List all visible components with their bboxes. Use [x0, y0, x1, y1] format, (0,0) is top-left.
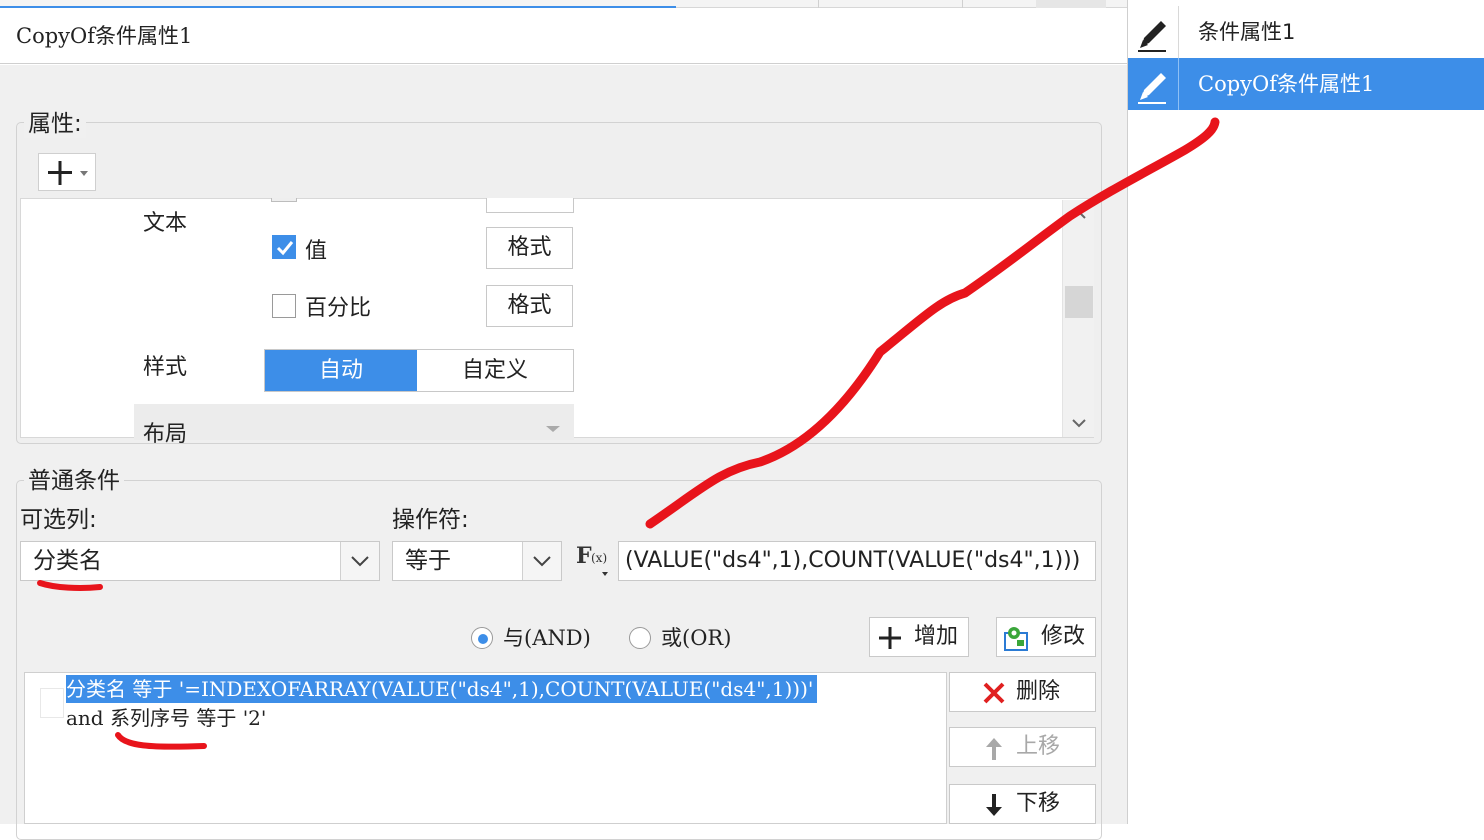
active-tab-indicator	[0, 6, 676, 8]
add-property-button[interactable]	[38, 153, 96, 191]
scrollbar-thumb[interactable]	[1065, 286, 1093, 318]
text-label: 文本	[143, 211, 188, 236]
style-label: 样式	[143, 355, 188, 380]
condition-value: '2'	[242, 706, 267, 730]
arrow-down-icon	[986, 794, 1002, 816]
column-select-value: 分类名	[33, 548, 102, 574]
style-segmented-control: 自动 自定义	[264, 349, 574, 392]
condition-line[interactable]: and 系列序号 等于 '2'	[66, 704, 266, 732]
modify-icon	[1004, 627, 1028, 651]
radio-dot	[478, 634, 488, 644]
toolbar-button[interactable]	[1036, 0, 1106, 8]
condition-list-panel: 条件属性1 CopyOf条件属性1	[1127, 0, 1484, 824]
layout-section[interactable]: 布局	[134, 404, 574, 447]
scroll-up-icon[interactable]	[1071, 210, 1087, 220]
condition-title: 普通条件	[24, 461, 124, 495]
condition-item-label: CopyOf条件属性1	[1198, 72, 1375, 96]
chevron-down-icon[interactable]	[522, 542, 561, 580]
and-radio-label: 与(AND)	[503, 626, 591, 650]
operator-label: 操作符:	[392, 507, 469, 533]
move-down-button[interactable]: 下移	[949, 784, 1096, 824]
row-checkbox[interactable]	[40, 688, 64, 718]
condition-value: '=INDEXOFARRAY(VALUE("ds4",1),COUNT(VALU…	[178, 677, 814, 701]
fx-icon[interactable]: F (x)	[574, 541, 614, 581]
condition-item-2[interactable]: CopyOf条件属性1	[1128, 58, 1484, 110]
value-format-button[interactable]: 格式	[486, 227, 573, 269]
delete-button-label: 删除	[1016, 679, 1061, 704]
column-label: 可选列:	[20, 507, 97, 533]
plus-icon	[879, 627, 901, 649]
condition-prefix: and	[66, 706, 104, 730]
tab-separator	[962, 0, 963, 8]
move-up-button-label: 上移	[1016, 734, 1061, 759]
condition-field: 系列序号	[109, 706, 190, 730]
condition-item-1[interactable]: 条件属性1	[1128, 6, 1484, 58]
operator-select[interactable]: 等于	[392, 541, 562, 581]
move-down-button-label: 下移	[1016, 791, 1061, 816]
percent-format-button[interactable]: 格式	[486, 285, 573, 327]
value-checkbox-label: 值	[305, 239, 328, 264]
percent-checkbox-label: 百分比	[305, 296, 372, 321]
tab-separator	[818, 0, 819, 8]
arrow-up-icon	[986, 738, 1002, 760]
or-radio[interactable]	[629, 627, 651, 649]
style-auto-option[interactable]: 自动	[265, 350, 417, 391]
value-checkbox[interactable]	[272, 235, 296, 259]
pencil-icon	[1128, 6, 1179, 58]
svg-text:(x): (x)	[591, 551, 607, 565]
condition-field: 分类名	[66, 677, 126, 701]
pencil-icon	[1128, 58, 1179, 110]
condition-item-label: 条件属性1	[1198, 20, 1296, 44]
style-custom-option[interactable]: 自定义	[417, 350, 573, 391]
move-up-button[interactable]: 上移	[949, 727, 1096, 767]
plus-icon	[48, 161, 88, 185]
delete-x-icon	[983, 682, 1005, 704]
formula-input[interactable]: (VALUE("ds4",1),COUNT(VALUE("ds4",1)))	[618, 541, 1096, 581]
and-radio[interactable]	[471, 627, 493, 649]
checkbox-partial	[271, 198, 297, 202]
percent-checkbox[interactable]	[272, 294, 296, 318]
top-tab-strip	[0, 0, 1127, 8]
properties-scrollbar[interactable]	[1062, 200, 1094, 437]
modify-button[interactable]: 修改	[996, 617, 1096, 657]
layout-label: 布局	[143, 422, 188, 447]
delete-button[interactable]: 删除	[949, 672, 1096, 712]
condition-line-selected[interactable]: 分类名 等于 '=INDEXOFARRAY(VALUE("ds4",1),COU…	[66, 675, 818, 703]
check-icon	[276, 241, 294, 256]
add-button[interactable]: 增加	[869, 617, 969, 657]
chevron-down-icon[interactable]	[340, 542, 379, 580]
condition-name-field[interactable]: CopyOf条件属性1	[0, 9, 1127, 64]
or-radio-label: 或(OR)	[661, 626, 732, 650]
condition-operator: 等于	[132, 677, 173, 701]
column-select[interactable]: 分类名	[20, 541, 380, 581]
svg-text:F: F	[576, 543, 592, 569]
properties-title: 属性:	[24, 104, 86, 138]
add-button-label: 增加	[914, 624, 959, 649]
scroll-down-icon[interactable]	[1071, 418, 1087, 428]
operator-select-value: 等于	[405, 548, 451, 574]
modify-button-label: 修改	[1041, 624, 1086, 649]
condition-operator: 等于	[196, 706, 237, 730]
chevron-down-icon	[546, 426, 560, 432]
format-button-partial	[486, 198, 574, 213]
